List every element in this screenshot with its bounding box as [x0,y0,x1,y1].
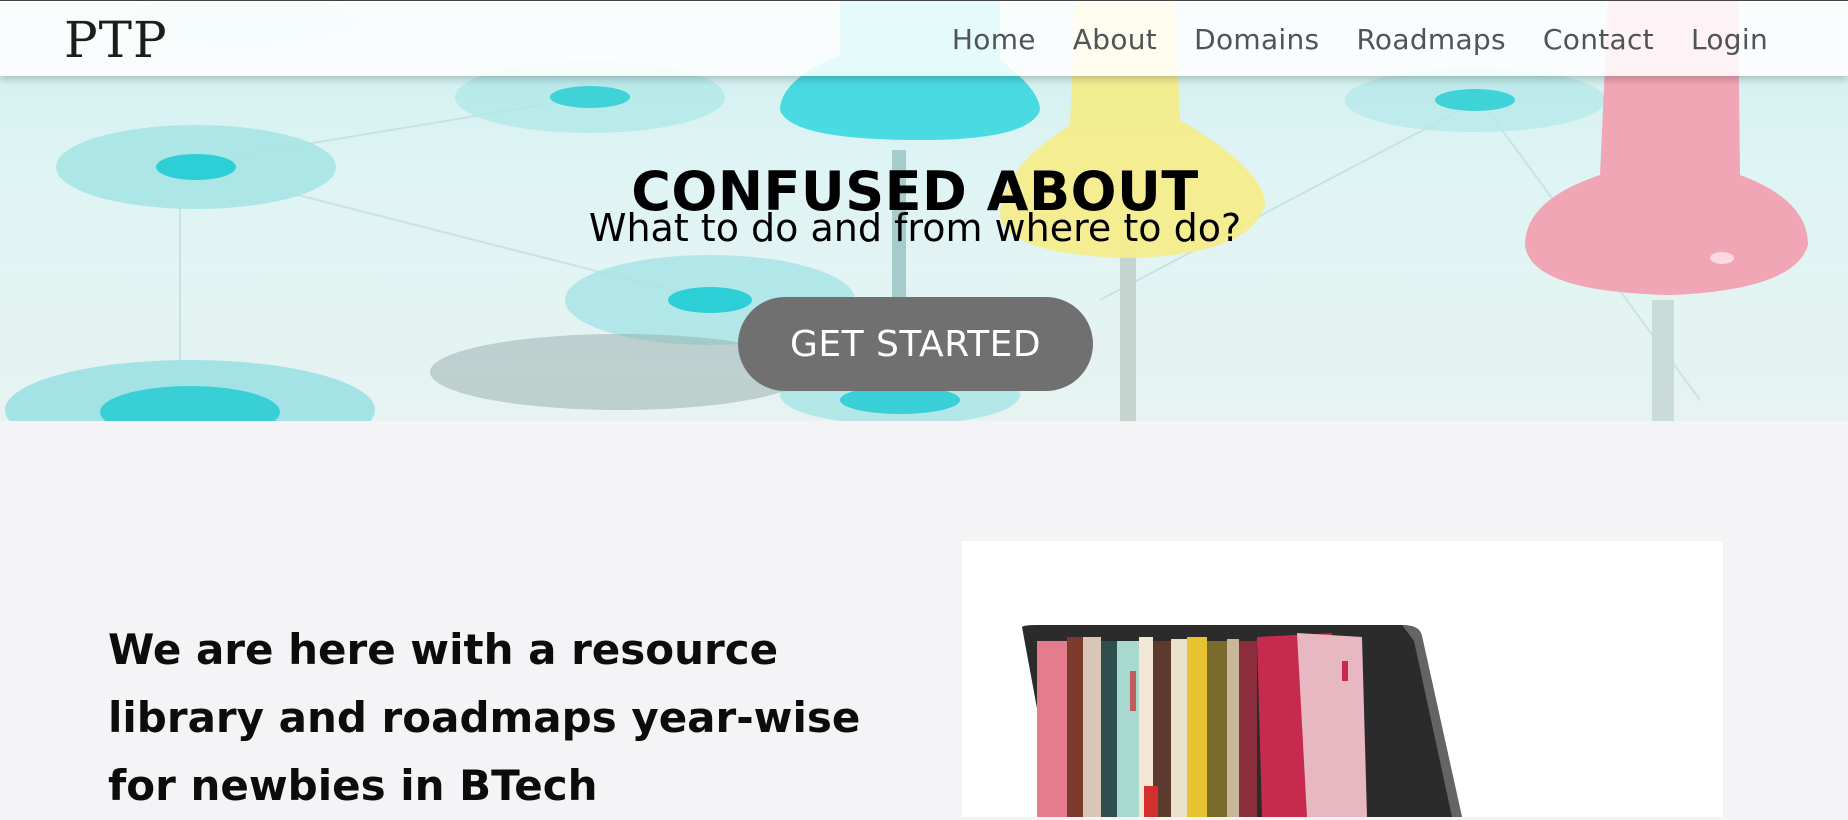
nav-home-link[interactable]: Home [952,23,1036,56]
main-nav: Home About Domains Roadmaps Contact Logi… [952,23,1768,56]
nav-roadmaps-link[interactable]: Roadmaps [1356,23,1505,56]
get-started-button[interactable]: GET STARTED [738,297,1093,391]
nav-login-link[interactable]: Login [1691,23,1768,56]
brand-logo[interactable]: PTP [64,11,168,69]
about-heading-line-2: library and roadmaps year-wise [108,693,861,742]
laptop-books-illustration [1022,625,1462,817]
top-navbar: PTP Home About Domains Roadmaps Contact … [0,0,1848,76]
nav-about-link[interactable]: About [1073,23,1157,56]
nav-contact-link[interactable]: Contact [1543,23,1654,56]
about-heading: We are here with a resource library and … [108,616,888,820]
about-image-card [962,541,1723,817]
about-heading-line-3: for newbies in BTech [108,761,598,810]
nav-domains-link[interactable]: Domains [1194,23,1319,56]
about-heading-line-1: We are here with a resource [108,625,779,674]
hero-subtitle: What to do and from where to do? [588,206,1242,250]
